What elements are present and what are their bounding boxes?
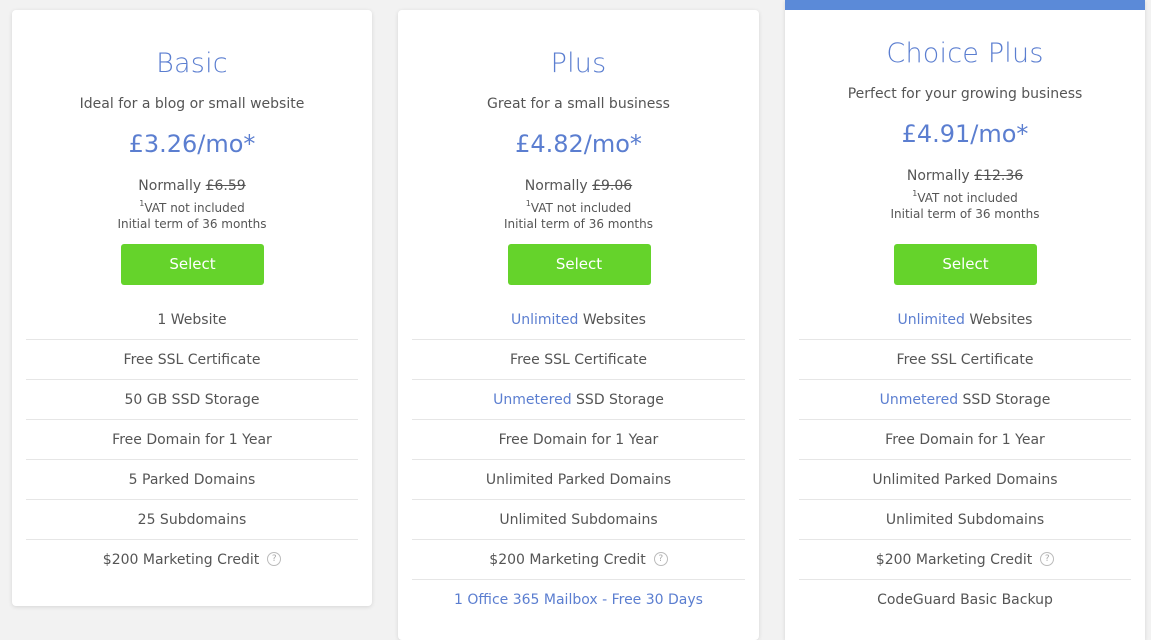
feature-text: Websites xyxy=(964,312,1033,328)
help-icon[interactable]: ? xyxy=(267,552,282,566)
feature-text: $200 Marketing Credit xyxy=(489,552,646,568)
feature-item: Free Domain for 1 Year xyxy=(26,420,358,460)
feature-item: 25 Subdomains xyxy=(26,500,358,540)
feature-text: Free SSL Certificate xyxy=(896,352,1034,368)
vat-note: 1VAT not included xyxy=(785,189,1145,205)
term-note: Initial term of 36 months xyxy=(504,217,653,231)
vat-footnote-marker: 1 xyxy=(525,199,531,208)
select-button[interactable]: Select xyxy=(894,244,1037,285)
feature-text: Websites xyxy=(578,312,646,328)
plan-card-plus: Plus Great for a small business £4.82/mo… xyxy=(398,10,759,640)
feature-item: Free SSL Certificate xyxy=(412,340,745,380)
plan-name: Plus xyxy=(550,48,607,79)
feature-text: SSD Storage xyxy=(571,392,664,408)
normal-price-line: Normally £12.36 xyxy=(785,168,1145,184)
feature-text: Unlimited Parked Domains xyxy=(872,472,1058,488)
feature-item: Unmetered SSD Storage xyxy=(412,380,745,420)
feature-text: CodeGuard Basic Backup xyxy=(877,592,1053,608)
feature-item: Unlimited Subdomains xyxy=(799,500,1131,540)
feature-text: Unlimited Subdomains xyxy=(499,512,658,528)
feature-list: 1 Website Free SSL Certificate 50 GB SSD S… xyxy=(26,300,358,580)
normally-label: Normally xyxy=(138,178,202,194)
feature-text: Unlimited Parked Domains xyxy=(485,472,672,488)
plan-name: Basic xyxy=(156,48,228,79)
feature-highlight: Unlimited xyxy=(511,312,579,328)
feature-list: Unlimited Websites Free SSL Certificate Un… xyxy=(799,300,1131,620)
feature-item: Free SSL Certificate xyxy=(26,340,358,380)
feature-item: Free Domain for 1 Year xyxy=(412,420,745,460)
plan-price: £4.91/mo* xyxy=(901,120,1029,148)
vat-text: VAT not included xyxy=(917,191,1018,205)
feature-item: Unlimited Subdomains xyxy=(412,500,745,540)
vat-note: 1VAT not included xyxy=(12,199,372,215)
feature-item[interactable]: 1 Office 365 Mailbox - Free 30 Days xyxy=(412,580,745,620)
feature-item: Unlimited Websites xyxy=(412,300,745,340)
vat-note: 1VAT not included xyxy=(398,199,759,215)
feature-text: $200 Marketing Credit xyxy=(875,552,1033,568)
normal-price-line: Normally £9.06 xyxy=(398,178,759,194)
plan-tagline: Perfect for your growing business xyxy=(847,86,1083,102)
normal-price-line: Normally £6.59 xyxy=(12,178,372,194)
feature-text: 50 GB SSD Storage xyxy=(124,392,260,408)
feature-list: Unlimited Websites Free SSL Certificate Un… xyxy=(412,300,745,620)
feature-item: Unmetered SSD Storage xyxy=(799,380,1131,420)
plan-price: £3.26/mo* xyxy=(128,130,256,158)
feature-text: 5 Parked Domains xyxy=(128,472,256,488)
feature-text: Unlimited Subdomains xyxy=(885,512,1045,528)
feature-text: Free SSL Certificate xyxy=(510,352,647,368)
select-button[interactable]: Select xyxy=(121,244,264,285)
feature-highlight: Unmetered xyxy=(493,392,572,408)
plan-tagline: Ideal for a blog or small website xyxy=(79,96,305,112)
feature-item: Free SSL Certificate xyxy=(799,340,1131,380)
feature-item: 1 Website xyxy=(26,300,358,340)
vat-text: VAT not included xyxy=(144,201,245,215)
vat-footnote-marker: 1 xyxy=(912,189,918,198)
normal-price: £6.59 xyxy=(205,178,246,194)
normal-price: £9.06 xyxy=(592,178,633,194)
feature-item: Unlimited Websites xyxy=(799,300,1131,340)
plan-price: £4.82/mo* xyxy=(515,130,642,158)
feature-item: Free Domain for 1 Year xyxy=(799,420,1131,460)
plan-card-choice-plus: Choice Plus Perfect for your growing bus… xyxy=(785,0,1145,640)
feature-item: Unlimited Parked Domains xyxy=(412,460,745,500)
plan-tagline: Great for a small business xyxy=(487,96,670,112)
help-icon[interactable]: ? xyxy=(1040,552,1055,566)
plan-card-basic: Basic Ideal for a blog or small website … xyxy=(12,10,372,606)
term-note: Initial term of 36 months xyxy=(890,207,1040,221)
feature-item: $200 Marketing Credit? xyxy=(412,540,745,580)
feature-text: $200 Marketing Credit xyxy=(102,552,260,568)
feature-text: 1 Office 365 Mailbox - Free 30 Days xyxy=(454,592,703,608)
feature-text: Free Domain for 1 Year xyxy=(885,432,1045,448)
vat-text: VAT not included xyxy=(530,201,632,215)
normally-label: Normally xyxy=(524,178,588,194)
feature-text: Free Domain for 1 Year xyxy=(112,432,272,448)
feature-highlight: Unlimited xyxy=(897,312,965,328)
feature-item: CodeGuard Basic Backup xyxy=(799,580,1131,620)
feature-text: Free SSL Certificate xyxy=(123,352,261,368)
help-icon[interactable]: ? xyxy=(653,552,668,566)
normally-label: Normally xyxy=(906,168,970,184)
feature-item: 50 GB SSD Storage xyxy=(26,380,358,420)
feature-text: Free Domain for 1 Year xyxy=(498,432,659,448)
normal-price: £12.36 xyxy=(974,168,1024,184)
select-button[interactable]: Select xyxy=(507,244,651,285)
plan-name: Choice Plus xyxy=(886,38,1044,69)
vat-footnote-marker: 1 xyxy=(139,199,145,208)
feature-highlight: Unmetered xyxy=(879,392,959,408)
feature-text: 1 Website xyxy=(157,312,227,328)
feature-text: 25 Subdomains xyxy=(137,512,247,528)
feature-item: Unlimited Parked Domains xyxy=(799,460,1131,500)
term-note: Initial term of 36 months xyxy=(117,217,267,231)
feature-text: SSD Storage xyxy=(958,392,1051,408)
feature-item: $200 Marketing Credit? xyxy=(799,540,1131,580)
feature-item: 5 Parked Domains xyxy=(26,460,358,500)
feature-item: $200 Marketing Credit? xyxy=(26,540,358,580)
